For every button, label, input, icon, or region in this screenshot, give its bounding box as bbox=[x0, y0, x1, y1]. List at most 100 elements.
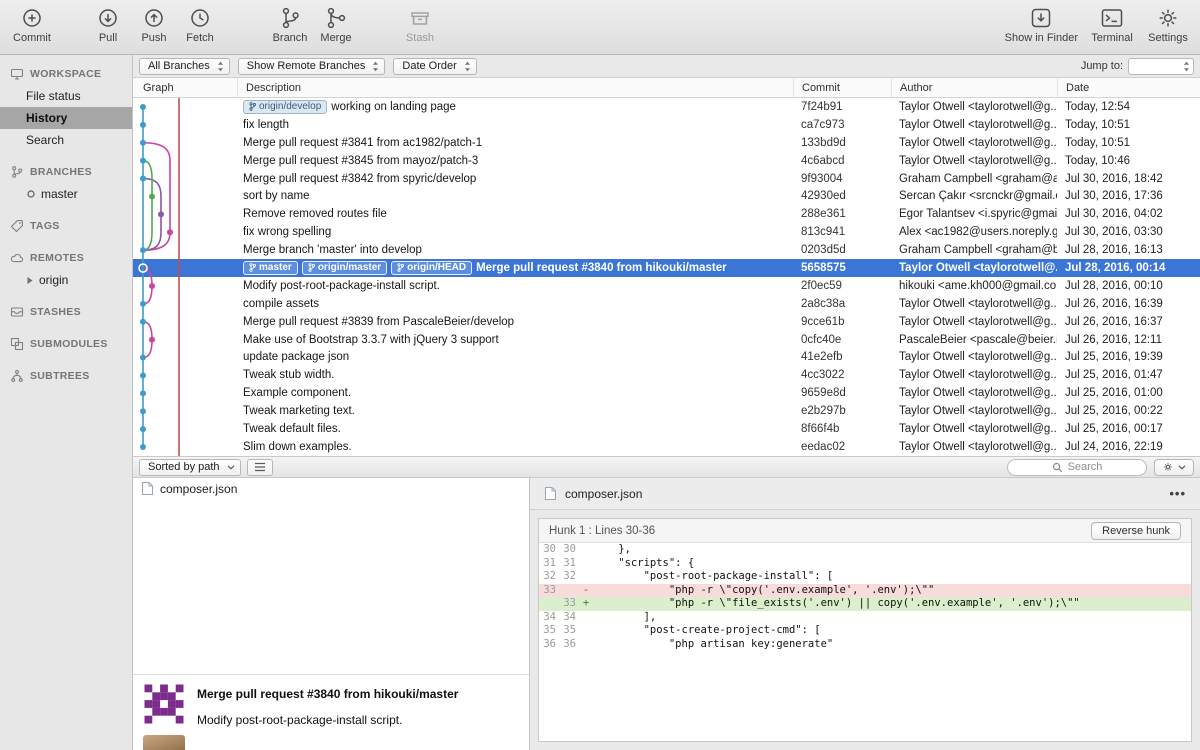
column-header-description[interactable]: Description bbox=[237, 78, 793, 97]
diff-body: Hunk 1 : Lines 30-36 Reverse hunk 30 30 }… bbox=[538, 518, 1192, 742]
commit-row[interactable]: master origin/master origin/HEAD Merge pull… bbox=[133, 259, 1200, 277]
commit-row[interactable]: Tweak marketing text. e2b297b Taylor Otwel… bbox=[133, 402, 1200, 420]
file-list-panel: composer.json Merge pull request #3840 f… bbox=[133, 478, 530, 750]
branch-badge: origin/HEAD bbox=[391, 260, 473, 275]
column-header-date[interactable]: Date bbox=[1057, 78, 1200, 97]
column-header-label: Date bbox=[1066, 81, 1090, 94]
branch-icon bbox=[397, 263, 405, 273]
toolbar-button-push[interactable]: Push bbox=[132, 5, 176, 44]
commit-row[interactable]: Slim down examples. eedac02 Taylor Otwell … bbox=[133, 438, 1200, 456]
search-input[interactable]: Search bbox=[1007, 458, 1147, 476]
sidebar-item-history[interactable]: History bbox=[0, 107, 132, 129]
diff-line: 34 34 ], bbox=[539, 611, 1191, 625]
sort-dropdown-value: Sorted by path bbox=[148, 461, 220, 473]
avatar bbox=[143, 735, 185, 750]
commit-row[interactable]: origin/develop working on landing page 7f2… bbox=[133, 98, 1200, 116]
sidebar-item-origin[interactable]: origin bbox=[0, 269, 132, 291]
commit-row[interactable]: Tweak default files. 8f66f4b Taylor Otwell… bbox=[133, 420, 1200, 438]
commit-author-cell: Taylor Otwell <taylorotwell@g... bbox=[899, 154, 1057, 167]
sidebar-section-title: TAGS bbox=[30, 220, 60, 232]
commit-row[interactable]: Modify post-root-package-install script.… bbox=[133, 277, 1200, 295]
commit-row[interactable]: sort by name 42930ed Sercan Çakır <srcnckr… bbox=[133, 187, 1200, 205]
branch-filter-dropdown[interactable]: All Branches bbox=[139, 57, 230, 75]
file-list-item[interactable]: composer.json bbox=[133, 478, 529, 499]
toolbar-button-settings[interactable]: Settings bbox=[1146, 5, 1190, 44]
tags-icon bbox=[10, 219, 24, 233]
commit-author-cell: Taylor Otwell <taylorotwell@... bbox=[899, 261, 1057, 274]
branch-filter-value: All Branches bbox=[148, 60, 210, 72]
toolbar-button-branch[interactable]: Branch bbox=[268, 5, 312, 44]
branch-badge-label: origin/master bbox=[317, 262, 382, 274]
commit-title: Merge pull request #3840 from hikouki/ma… bbox=[197, 687, 459, 701]
commit-row[interactable]: update package json 41e2efb Taylor Otwell … bbox=[133, 348, 1200, 366]
branches-icon bbox=[10, 165, 24, 179]
commit-author-cell: Taylor Otwell <taylorotwell@g... bbox=[899, 405, 1057, 418]
changed-files-list: composer.json bbox=[133, 478, 529, 499]
commit-author-cell: Alex <ac1982@users.noreply.gi... bbox=[899, 226, 1057, 239]
sidebar-item-search[interactable]: Search bbox=[0, 129, 132, 151]
graph-cell bbox=[133, 348, 237, 366]
diff-marker bbox=[579, 611, 593, 625]
more-options-button[interactable]: ••• bbox=[1169, 486, 1186, 501]
commit-row[interactable]: Remove removed routes file 288e361 Egor Ta… bbox=[133, 205, 1200, 223]
commit-list: origin/develop working on landing page 7f2… bbox=[133, 98, 1200, 456]
sidebar-item-file-status[interactable]: File status bbox=[0, 85, 132, 107]
commit-description-cell: origin/develop working on landing page bbox=[237, 99, 793, 114]
sidebar-item-label: origin bbox=[39, 273, 69, 287]
graph-cell bbox=[133, 313, 237, 331]
branch-badge-label: origin/HEAD bbox=[407, 262, 467, 274]
commit-row[interactable]: fix length ca7c973 Taylor Otwell <taylorot… bbox=[133, 116, 1200, 134]
commit-description-cell: fix length bbox=[237, 119, 793, 131]
sidebar-section-header: BRANCHES bbox=[0, 161, 132, 183]
toolbar-button-terminal[interactable]: Terminal bbox=[1090, 5, 1134, 44]
column-header-label: Author bbox=[900, 81, 933, 94]
commit-row[interactable]: Merge branch 'master' into develop 0203d5… bbox=[133, 241, 1200, 259]
commit-row[interactable]: Example component. 9659e8d Taylor Otwell <… bbox=[133, 384, 1200, 402]
order-dropdown[interactable]: Date Order bbox=[393, 57, 477, 75]
commit-date-cell: Today, 10:51 bbox=[1065, 136, 1131, 149]
commit-row[interactable]: Merge pull request #3845 from mayoz/patc… bbox=[133, 152, 1200, 170]
toolbar-button-show-in-finder[interactable]: Show in Finder bbox=[1005, 5, 1078, 44]
commit-row[interactable]: compile assets 2a8c38a Taylor Otwell <tayl… bbox=[133, 295, 1200, 313]
toolbar-button-merge[interactable]: Merge bbox=[314, 5, 358, 44]
graph-cell bbox=[133, 384, 237, 402]
sort-dropdown[interactable]: Sorted by path bbox=[139, 458, 241, 476]
toolbar-button-label: Stash bbox=[405, 32, 435, 44]
commit-date-cell: Jul 28, 2016, 16:13 bbox=[1065, 244, 1163, 257]
commit-description-cell: fix wrong spelling bbox=[237, 226, 793, 238]
branch-badge-label: origin/develop bbox=[259, 101, 322, 113]
sidebar-item-master[interactable]: master bbox=[0, 183, 132, 205]
commit-message: Modify post-root-package-install script. bbox=[197, 713, 403, 727]
commit-row[interactable]: Merge pull request #3839 from PascaleBei… bbox=[133, 313, 1200, 331]
column-header-commit[interactable]: Commit bbox=[793, 78, 891, 97]
commit-table-header: Graph Description Commit Author Date bbox=[133, 78, 1200, 98]
jump-to-field[interactable] bbox=[1128, 57, 1194, 75]
code-text: "php -r \"copy('.env.example', '.env');\… bbox=[593, 583, 935, 596]
commit-description-cell: Remove removed routes file bbox=[237, 208, 793, 220]
commit-row[interactable]: Merge pull request #3841 from ac1982/pat… bbox=[133, 134, 1200, 152]
column-header-author[interactable]: Author bbox=[891, 78, 1057, 97]
toolbar-button-label: Merge bbox=[320, 32, 352, 44]
column-header-label: Commit bbox=[802, 81, 840, 94]
toolbar-button-pull[interactable]: Pull bbox=[86, 5, 130, 44]
toolbar-button-commit[interactable]: Commit bbox=[10, 5, 54, 44]
search-options-button[interactable] bbox=[1154, 458, 1194, 476]
commit-description-cell: Tweak marketing text. bbox=[237, 405, 793, 417]
commit-row[interactable]: Make use of Bootstrap 3.3.7 with jQuery … bbox=[133, 331, 1200, 349]
branch-dot-icon bbox=[26, 189, 36, 199]
commit-row[interactable]: fix wrong spelling 813c941 Alex <ac1982@us… bbox=[133, 223, 1200, 241]
commit-hash-cell: 5658575 bbox=[801, 261, 846, 274]
sidebar-section-title: SUBTREES bbox=[30, 370, 90, 382]
column-header-graph[interactable]: Graph bbox=[133, 78, 237, 97]
view-mode-button[interactable] bbox=[246, 458, 273, 476]
hunk-title: Hunk 1 : Lines 30-36 bbox=[549, 524, 656, 537]
reverse-hunk-button[interactable]: Reverse hunk bbox=[1091, 521, 1181, 540]
commit-row[interactable]: Merge pull request #3842 from spyric/dev… bbox=[133, 170, 1200, 188]
commit-row[interactable]: Tweak stub width. 4cc3022 Taylor Otwell <t… bbox=[133, 366, 1200, 384]
remote-branches-dropdown[interactable]: Show Remote Branches bbox=[237, 57, 386, 75]
commit-author-cell: Taylor Otwell <taylorotwell@g... bbox=[899, 136, 1057, 149]
sidebar-section-stashes: STASHES bbox=[0, 301, 132, 323]
commit-hash-cell: 9cce61b bbox=[801, 315, 845, 328]
toolbar-button-fetch[interactable]: Fetch bbox=[178, 5, 222, 44]
toolbar-button-stash[interactable]: Stash bbox=[398, 5, 442, 44]
